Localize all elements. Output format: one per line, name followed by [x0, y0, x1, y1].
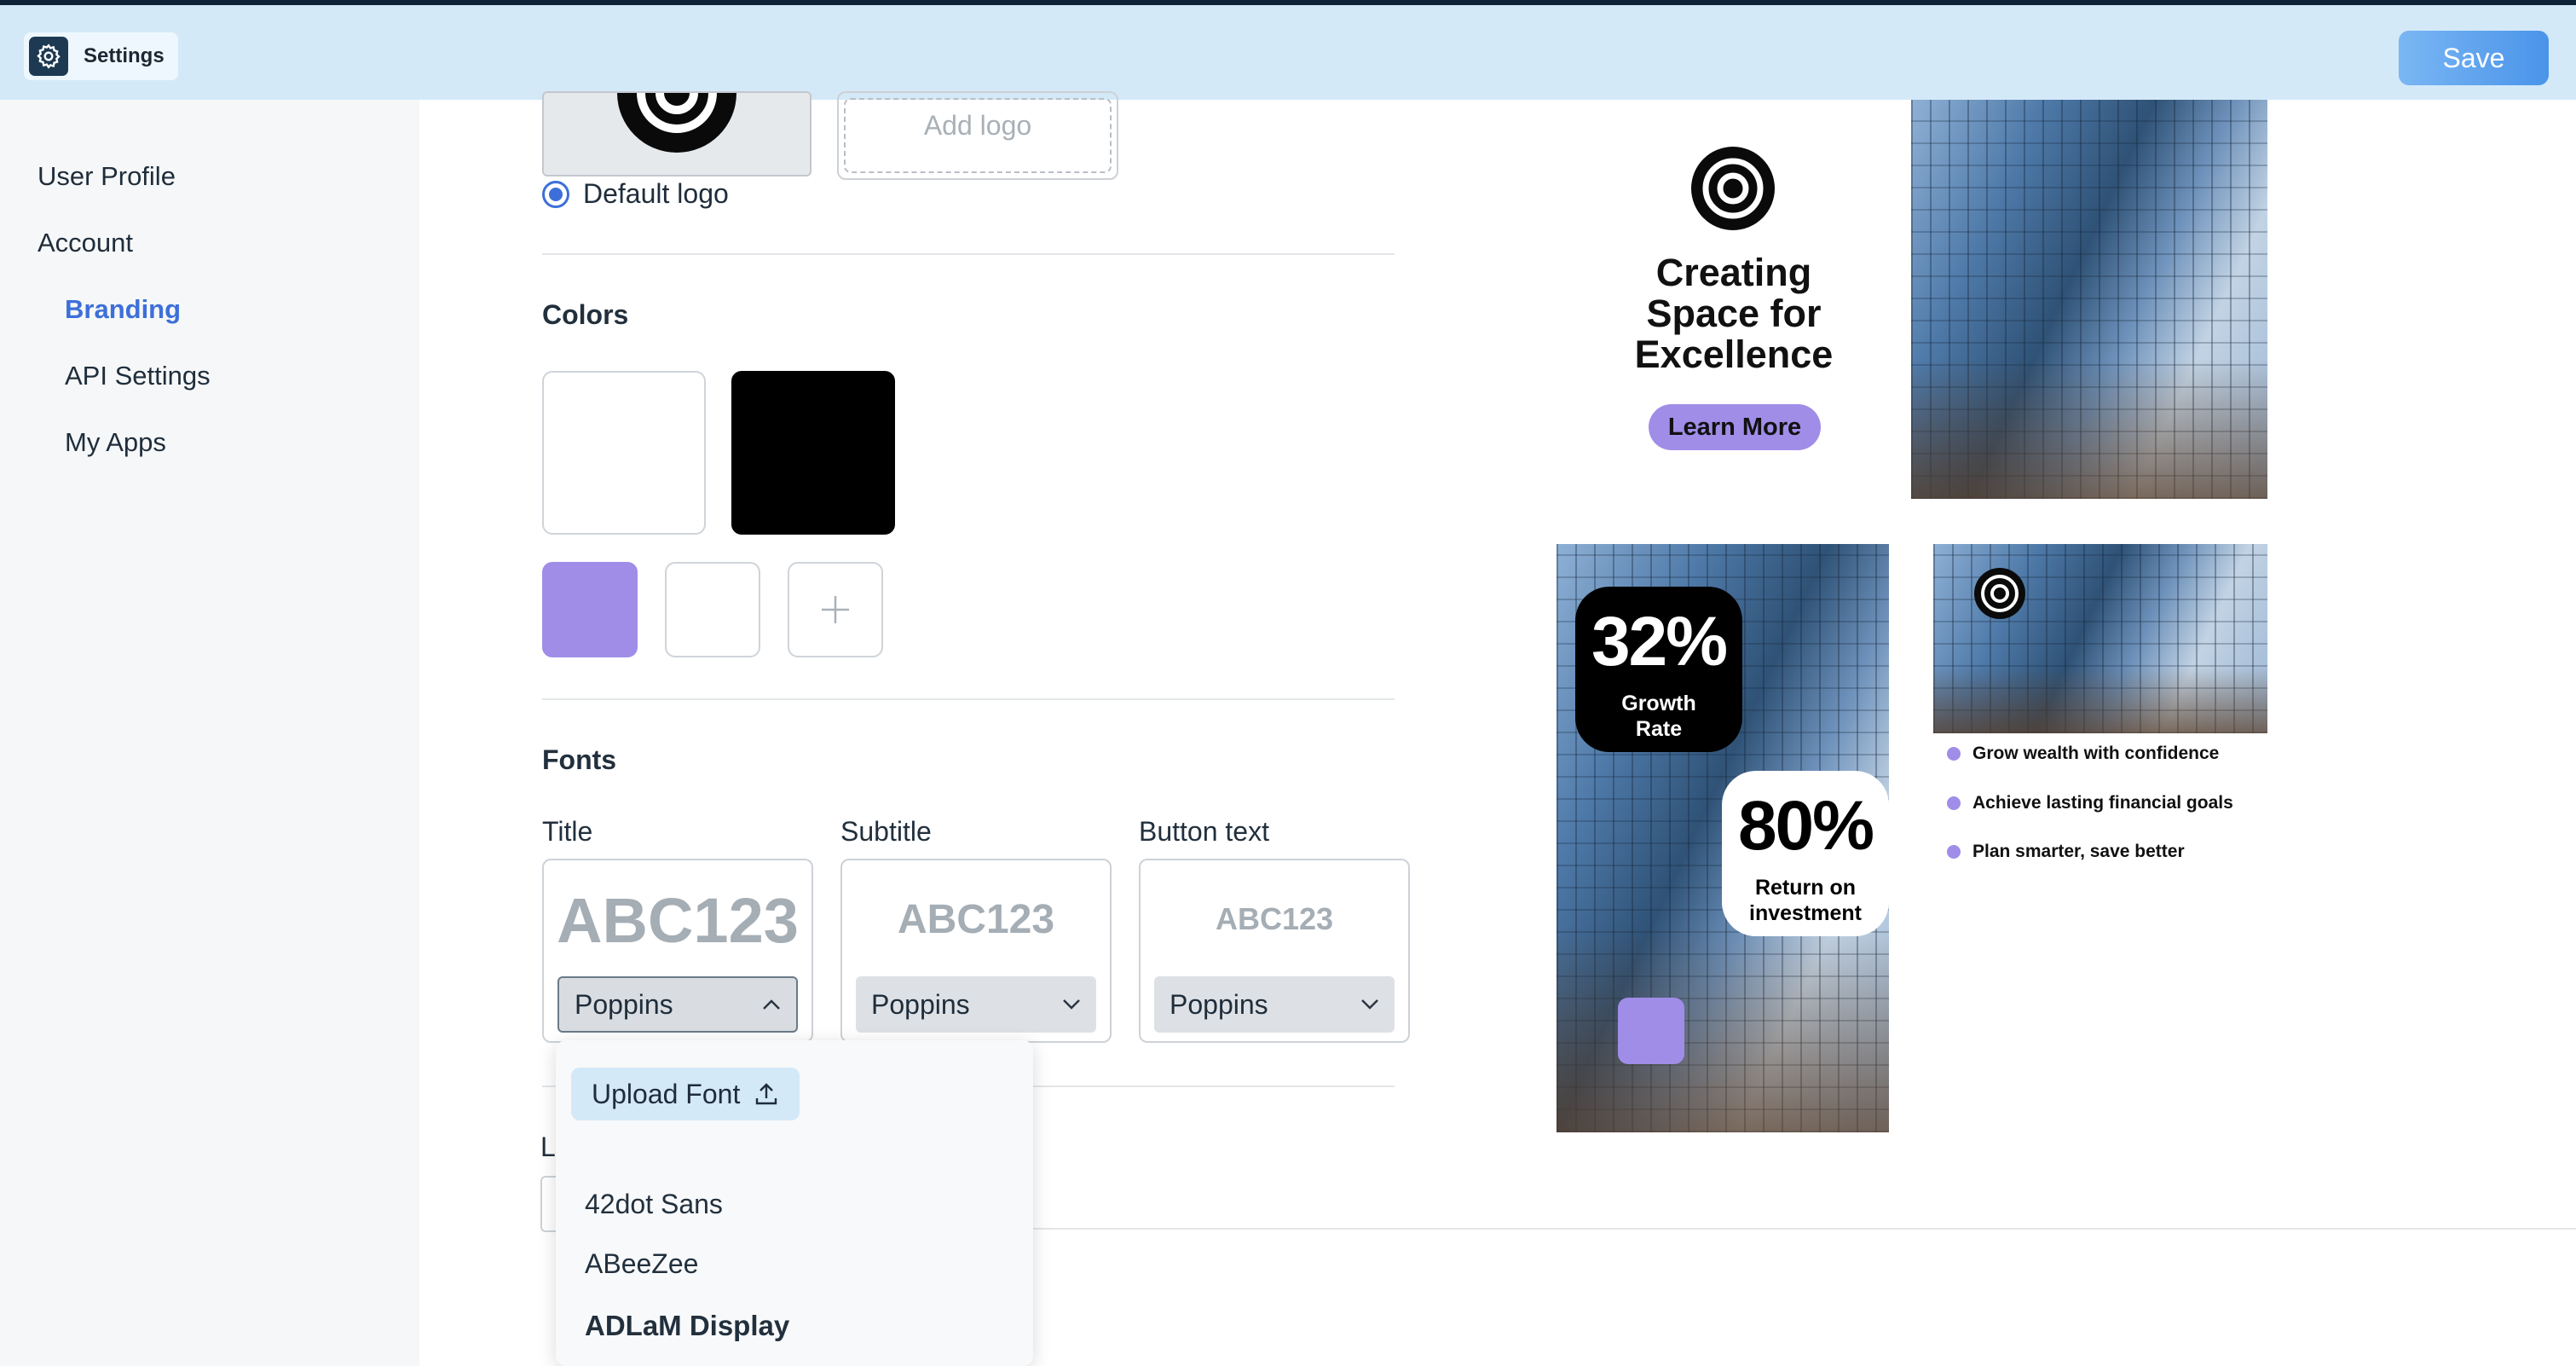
stat-value: 80% [1737, 787, 1874, 865]
stat-value: 32% [1591, 603, 1728, 680]
divider [542, 698, 1395, 700]
font-option[interactable]: 42dot Sans [585, 1189, 723, 1220]
sidebar-item-branding[interactable]: Branding [65, 294, 181, 325]
font-sample-subtitle: ABC123 [897, 897, 1055, 942]
font-card-button-text: ABC123 Poppins [1139, 859, 1410, 1043]
font-group-button-label: Button text [1139, 816, 1269, 847]
preview-bullet-item: Achieve lasting financial goals [1947, 793, 2233, 813]
font-dropdown-menu: Upload Font 42dot Sans ABeeZee ADLaM Dis… [556, 1040, 1033, 1366]
upload-icon [756, 1083, 777, 1105]
sidebar-item-my-apps[interactable]: My Apps [65, 427, 166, 458]
sidebar-item-user-profile[interactable]: User Profile [38, 161, 176, 192]
chevron-down-icon [1361, 999, 1378, 1010]
color-swatch-secondary-2[interactable] [665, 562, 760, 657]
color-swatch-primary-2[interactable] [731, 371, 895, 535]
add-color-button[interactable] [788, 562, 883, 657]
app-title: Settings [84, 44, 165, 67]
stat-caption: Growth Rate [1621, 692, 1696, 741]
font-sample-title: ABC123 [557, 885, 799, 956]
divider [1033, 1228, 2576, 1230]
preview-stat-card: 32% Growth Rate [1575, 587, 1742, 752]
font-select-button-text[interactable]: Poppins [1154, 976, 1395, 1033]
add-logo-label: Add logo [844, 98, 1112, 173]
upload-font-button[interactable]: Upload Font [571, 1068, 800, 1120]
font-select-title[interactable]: Poppins [557, 976, 798, 1033]
color-swatch-primary-1[interactable] [542, 371, 706, 535]
preview-accent-square [1618, 998, 1684, 1064]
preview-learn-more-button: Learn More [1649, 404, 1821, 450]
font-select-subtitle[interactable]: Poppins [856, 976, 1096, 1033]
next-section-label: L [540, 1132, 556, 1162]
sidebar: User Profile Account Branding API Settin… [0, 100, 419, 1366]
save-button[interactable]: Save [2399, 31, 2549, 85]
gear-icon [29, 37, 68, 76]
font-select-value: Poppins [1170, 988, 1268, 1020]
preview-stat-card: 80% Return on investment [1722, 771, 1889, 936]
add-logo-dropzone[interactable]: Add logo [837, 91, 1118, 180]
chevron-down-icon [1063, 999, 1080, 1010]
preview-bullet-item: Grow wealth with confidence [1947, 744, 2219, 764]
colors-section-title: Colors [542, 299, 629, 330]
font-option[interactable]: ADLaM Display [585, 1310, 789, 1342]
sidebar-item-api-settings[interactable]: API Settings [65, 361, 211, 391]
chevron-up-icon [763, 999, 780, 1010]
upload-font-label: Upload Font [592, 1078, 741, 1109]
sidebar-item-account[interactable]: Account [38, 228, 133, 258]
preview-hero-title: Creating Space for Excellence [1634, 251, 1834, 376]
settings-title-chip: Settings [24, 32, 178, 80]
fonts-section-title: Fonts [542, 744, 617, 775]
plus-icon [822, 596, 849, 623]
header-bar: Settings Save [0, 5, 2576, 100]
default-logo-preview[interactable] [542, 91, 811, 177]
divider [542, 253, 1395, 255]
preview-building-image [1911, 100, 2267, 499]
default-logo-option[interactable]: Default logo [542, 178, 729, 210]
font-select-value: Poppins [575, 988, 673, 1020]
color-swatch-secondary-1[interactable] [542, 562, 638, 657]
logo-mark-icon [617, 93, 736, 153]
font-group-title-label: Title [542, 816, 593, 847]
font-sample-button: ABC123 [1215, 901, 1334, 936]
default-logo-label: Default logo [583, 178, 729, 209]
font-select-value: Poppins [871, 988, 970, 1020]
stat-caption: Return on investment [1749, 876, 1862, 925]
font-card-title: ABC123 Poppins [542, 859, 813, 1043]
font-card-subtitle: ABC123 Poppins [840, 859, 1112, 1043]
font-option[interactable]: ABeeZee [585, 1248, 698, 1280]
preview-bullet-item: Plan smarter, save better [1947, 842, 2185, 862]
font-group-subtitle-label: Subtitle [840, 816, 932, 847]
preview-mini-logo-icon [1974, 568, 2025, 619]
default-logo-radio[interactable] [542, 180, 569, 208]
preview-logo-icon [1691, 147, 1775, 230]
